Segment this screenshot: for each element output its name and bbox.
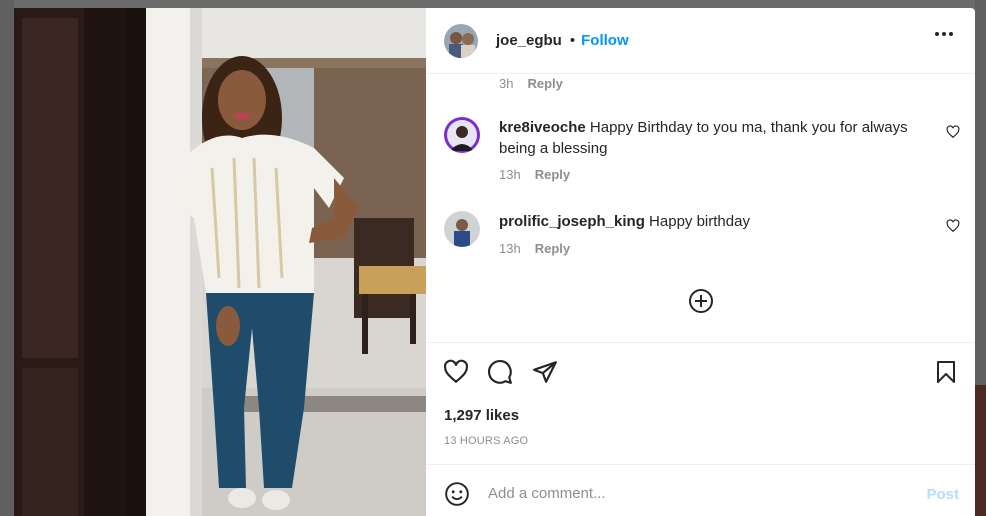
comment-like-icon[interactable] [946,219,960,233]
post-actions: 1,297 likes 13 HOURS AGO [426,342,975,472]
reply-button[interactable]: Reply [535,241,570,256]
author-avatar[interactable] [444,23,478,58]
backdrop-right [975,0,986,516]
commenter-avatar[interactable] [444,211,480,247]
comment-body: prolific_joseph_king Happy birthday [499,211,929,232]
reply-button[interactable]: Reply [535,167,570,182]
post-timestamp: 13 HOURS AGO [444,435,529,447]
comment-meta: 13h Reply [499,167,570,182]
separator-dot: • [569,32,576,49]
comment-item: kre8iveoche Happy Birthday to you ma, th… [444,117,964,187]
comment-body: kre8iveoche Happy Birthday to you ma, th… [499,117,929,159]
author-username[interactable]: joe_egbu [496,32,562,49]
commenter-avatar[interactable] [444,117,480,153]
comment-item: prolific_joseph_king Happy birthday 13h … [444,211,964,261]
comment-text: Happy birthday [649,213,750,230]
comment-username[interactable]: prolific_joseph_king [499,213,645,230]
emoji-icon[interactable] [444,481,470,507]
post-detail-panel: joe_egbu • Follow 3h Reply kre8iveoche H… [426,8,975,516]
likes-count[interactable]: 1,297 likes [444,407,519,424]
comment-icon[interactable] [487,359,513,385]
share-icon[interactable] [532,359,558,385]
more-icon[interactable] [935,32,953,36]
previous-comment-meta: 3h Reply [499,76,563,91]
comment-like-icon[interactable] [946,125,960,139]
comments-list: 3h Reply kre8iveoche Happy Birthday to y… [426,74,975,342]
backdrop-left [0,0,14,516]
post-image [14,8,426,516]
comment-username[interactable]: kre8iveoche [499,119,586,136]
comment-time: 3h [499,76,514,91]
post-header: joe_egbu • Follow [426,8,975,74]
comment-meta: 13h Reply [499,241,570,256]
bookmark-icon[interactable] [934,359,958,385]
comment-time: 13h [499,241,521,256]
reply-button[interactable]: Reply [527,76,562,91]
post-button[interactable]: Post [926,486,959,503]
add-circle-icon[interactable] [688,288,714,314]
heart-icon[interactable] [443,359,469,385]
comment-input[interactable] [488,479,908,507]
comment-composer: Post [426,464,975,516]
comment-time: 13h [499,167,521,182]
follow-button[interactable]: Follow [581,32,629,49]
